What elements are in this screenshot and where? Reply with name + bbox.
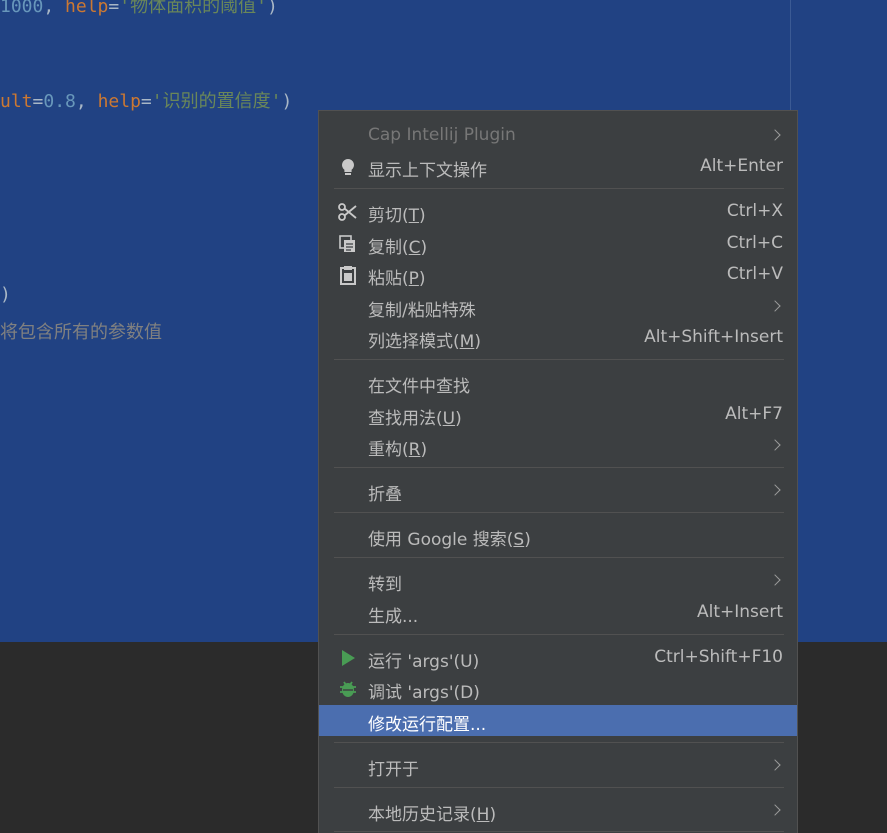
- menu-item-debug-args[interactable]: 调试 'args'(D): [319, 673, 797, 704]
- code-line-1[interactable]: 1000, help='物体面积的阈值'): [0, 0, 278, 18]
- copy-icon: [337, 233, 359, 255]
- menu-item-cap-intellij-plugin[interactable]: Cap Intellij Plugin: [319, 120, 797, 151]
- menu-separator: [334, 467, 784, 468]
- chevron-right-icon: [769, 759, 781, 771]
- menu-item-find-in-files[interactable]: 在文件中查找: [319, 367, 797, 398]
- menu-item-folding[interactable]: 折叠: [319, 475, 797, 506]
- menu-separator: [334, 557, 784, 558]
- menu-item-show-context-actions[interactable]: 显示上下文操作 Alt+Enter: [319, 151, 797, 182]
- menu-separator: [334, 188, 784, 189]
- menu-item-column-selection-mode[interactable]: 列选择模式(M) Alt+Shift+Insert: [319, 322, 797, 353]
- menu-item-go-to[interactable]: 转到: [319, 565, 797, 596]
- menu-item-generate[interactable]: 生成... Alt+Insert: [319, 597, 797, 628]
- chevron-right-icon: [769, 300, 781, 312]
- chevron-right-icon: [769, 129, 781, 141]
- menu-item-refactor[interactable]: 重构(R): [319, 430, 797, 461]
- menu-item-modify-run-configuration[interactable]: 修改运行配置...: [319, 705, 797, 736]
- editor-context-menu: Cap Intellij Plugin 显示上下文操作 Alt+Enter 剪切…: [318, 110, 798, 833]
- code-comment-line[interactable]: 将包含所有的参数值: [0, 318, 162, 344]
- menu-separator: [334, 359, 784, 360]
- menu-item-paste-special[interactable]: 复制/粘贴特殊: [319, 291, 797, 322]
- menu-item-paste[interactable]: 粘贴(P) Ctrl+V: [319, 259, 797, 290]
- menu-item-cut[interactable]: 剪切(T) Ctrl+X: [319, 196, 797, 227]
- menu-item-copy[interactable]: 复制(C) Ctrl+C: [319, 228, 797, 259]
- menu-item-find-usages[interactable]: 查找用法(U) Alt+F7: [319, 399, 797, 430]
- menu-separator: [334, 512, 784, 513]
- menu-separator: [334, 787, 784, 788]
- menu-item-open-in[interactable]: 打开于: [319, 750, 797, 781]
- lightbulb-icon: [337, 156, 359, 178]
- run-icon: [337, 647, 359, 669]
- chevron-right-icon: [769, 439, 781, 451]
- menu-separator: [334, 831, 784, 832]
- menu-item-run-args[interactable]: 运行 'args'(U) Ctrl+Shift+F10: [319, 642, 797, 673]
- clipboard-icon: [337, 264, 359, 286]
- chevron-right-icon: [769, 484, 781, 496]
- scissors-icon: [337, 201, 359, 223]
- menu-separator: [334, 742, 784, 743]
- code-line-3[interactable]: ): [0, 284, 11, 305]
- chevron-right-icon: [769, 804, 781, 816]
- menu-item-search-with-google[interactable]: 使用 Google 搜索(S): [319, 520, 797, 551]
- code-line-2[interactable]: ult=0.8, help='识别的置信度'): [0, 87, 292, 113]
- menu-separator: [334, 634, 784, 635]
- debug-bug-icon: [337, 678, 359, 700]
- menu-item-local-history[interactable]: 本地历史记录(H): [319, 795, 797, 826]
- chevron-right-icon: [769, 574, 781, 586]
